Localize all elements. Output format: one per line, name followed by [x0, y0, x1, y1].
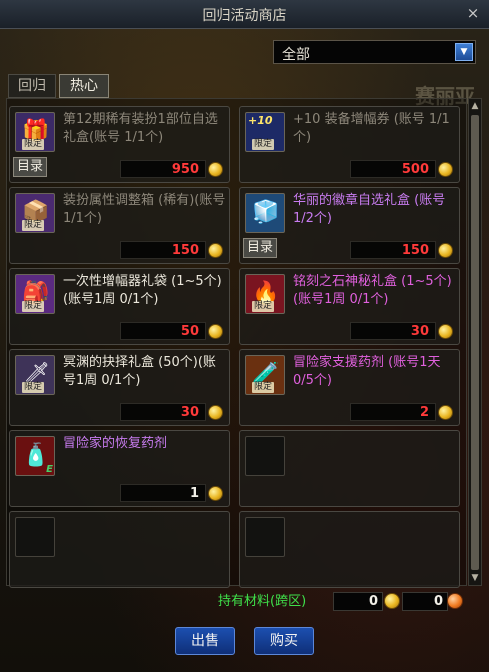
orange-coin-icon: [447, 593, 463, 609]
item-price: 500: [401, 162, 429, 177]
e-badge: E: [46, 464, 53, 475]
empty-icon-frame: [245, 517, 285, 557]
title-bar[interactable]: 回归活动商店 ×: [0, 0, 489, 29]
empty-item-slot: [9, 511, 230, 588]
scroll-up-icon[interactable]: ▲: [470, 100, 480, 112]
price-bar: 950: [120, 160, 206, 178]
limited-badge: 限定: [252, 301, 275, 312]
coin-icon: [208, 405, 223, 420]
scroll-thumb[interactable]: [471, 115, 479, 570]
limited-badge: 限定: [22, 220, 45, 231]
shop-item-slot[interactable]: +10 限定 +10 装备增幅券 (账号 1/1个) 500: [239, 106, 460, 183]
price-bar: 500: [350, 160, 436, 178]
item-name: 冒险家支援药剂 (账号1天 0/5个): [293, 355, 441, 388]
shop-item-slot[interactable]: 🧴 E 冒险家的恢复药剂 1: [9, 430, 230, 507]
inscription-stone-icon: 🔥 限定: [245, 274, 285, 314]
ice-gift-box-icon: 🧊: [245, 193, 285, 233]
empty-item-slot: [239, 511, 460, 588]
limited-badge: 限定: [252, 139, 275, 150]
shop-window: 回归活动商店 × 赛丽亚 全部 ▼ 回归 热心 ▲ ▼ 🎁 限定 第12期稀有装…: [0, 0, 489, 672]
shop-item-slot[interactable]: 🔥 限定 铭刻之石神秘礼盒 (1~5个)(账号1周 0/1个) 30: [239, 268, 460, 345]
item-price: 2: [419, 405, 429, 420]
empty-item-slot: [239, 430, 460, 507]
item-price: 30: [410, 324, 429, 339]
purple-box-icon: 📦 限定: [15, 193, 55, 233]
price-bar: 150: [350, 241, 436, 259]
close-icon[interactable]: ×: [465, 5, 481, 21]
item-name: +10 装备增幅券 (账号 1/1个): [293, 112, 450, 145]
scrollbar[interactable]: ▲ ▼: [468, 98, 482, 586]
item-name: 铭刻之石神秘礼盒 (1~5个)(账号1周 0/1个): [293, 274, 452, 307]
item-name: 冥渊的抉择礼盒 (50个)(账号1周 0/1个): [63, 355, 216, 388]
amplifier-bag-icon: 🎒 限定: [15, 274, 55, 314]
item-name: 华丽的徽章自选礼盒 (账号 1/2个): [293, 193, 446, 226]
coin-icon: [208, 162, 223, 177]
tab-enthusiasm[interactable]: 热心: [59, 74, 109, 98]
item-price: 50: [180, 324, 199, 339]
item-name: 冒险家的恢复药剂: [63, 436, 168, 451]
price-bar: 30: [120, 403, 206, 421]
catalog-button[interactable]: 目录: [13, 157, 48, 177]
window-title: 回归活动商店: [202, 8, 287, 24]
coin-icon: [438, 162, 453, 177]
empty-icon-frame: [245, 436, 285, 476]
item-price: 150: [171, 243, 199, 258]
category-selected-value: 全部: [282, 47, 310, 63]
catalog-button[interactable]: 目录: [243, 238, 278, 258]
limited-badge: 限定: [22, 301, 45, 312]
orange-material-amount: 0: [433, 594, 443, 609]
shop-item-slot[interactable]: 🧊 华丽的徽章自选礼盒 (账号 1/2个) 目录 150: [239, 187, 460, 264]
item-name: 一次性增幅器礼袋 (1~5个)(账号1周 0/1个): [63, 274, 222, 307]
coin-icon: [208, 324, 223, 339]
scroll-down-icon[interactable]: ▼: [470, 572, 480, 584]
coin-icon: [208, 486, 223, 501]
price-bar: 50: [120, 322, 206, 340]
support-potion-icon: 🧪 限定: [245, 355, 285, 395]
sell-button[interactable]: 出售: [175, 627, 235, 655]
coin-icon: [438, 324, 453, 339]
coin-icon: [208, 243, 223, 258]
buy-button[interactable]: 购买: [254, 627, 314, 655]
price-bar: 2: [350, 403, 436, 421]
item-price: 150: [401, 243, 429, 258]
gold-coin-icon: [384, 593, 400, 609]
limited-badge: 限定: [22, 139, 45, 150]
chevron-down-icon[interactable]: ▼: [455, 43, 473, 61]
shop-item-slot[interactable]: 🗡 限定 冥渊的抉择礼盒 (50个)(账号1周 0/1个) 30: [9, 349, 230, 426]
item-price: 950: [171, 162, 199, 177]
orange-material-box: 0: [402, 592, 448, 611]
limited-badge: 限定: [22, 382, 45, 393]
tab-return[interactable]: 回归: [8, 74, 56, 98]
owned-materials-label: 持有材料(跨区): [218, 594, 307, 609]
limited-badge: 限定: [252, 382, 275, 393]
abyss-box-icon: 🗡 限定: [15, 355, 55, 395]
item-name: 装扮属性调整箱 (稀有)(账号 1/1个): [63, 193, 226, 226]
coin-icon: [438, 405, 453, 420]
shop-item-slot[interactable]: 📦 限定 装扮属性调整箱 (稀有)(账号 1/1个) 150: [9, 187, 230, 264]
price-bar: 150: [120, 241, 206, 259]
gold-material-amount: 0: [368, 594, 378, 609]
shop-item-slot[interactable]: 🎒 限定 一次性增幅器礼袋 (1~5个)(账号1周 0/1个) 50: [9, 268, 230, 345]
coin-icon: [438, 243, 453, 258]
item-price: 1: [189, 486, 199, 501]
shop-item-slot[interactable]: 🎁 限定 第12期稀有装扮1部位自选礼盒(账号 1/1个) 目录 950: [9, 106, 230, 183]
amplify-ticket-icon: +10 限定: [245, 112, 285, 152]
gold-material-box: 0: [333, 592, 383, 611]
shop-item-slot[interactable]: 🧪 限定 冒险家支援药剂 (账号1天 0/5个) 2: [239, 349, 460, 426]
item-price: 30: [180, 405, 199, 420]
category-dropdown[interactable]: 全部 ▼: [273, 40, 476, 64]
empty-icon-frame: [15, 517, 55, 557]
recovery-potion-icon: 🧴 E: [15, 436, 55, 476]
price-bar: 30: [350, 322, 436, 340]
purple-gift-box-icon: 🎁 限定: [15, 112, 55, 152]
plus10-label: +10: [248, 114, 273, 127]
price-bar: 1: [120, 484, 206, 502]
item-name: 第12期稀有装扮1部位自选礼盒(账号 1/1个): [63, 112, 218, 145]
